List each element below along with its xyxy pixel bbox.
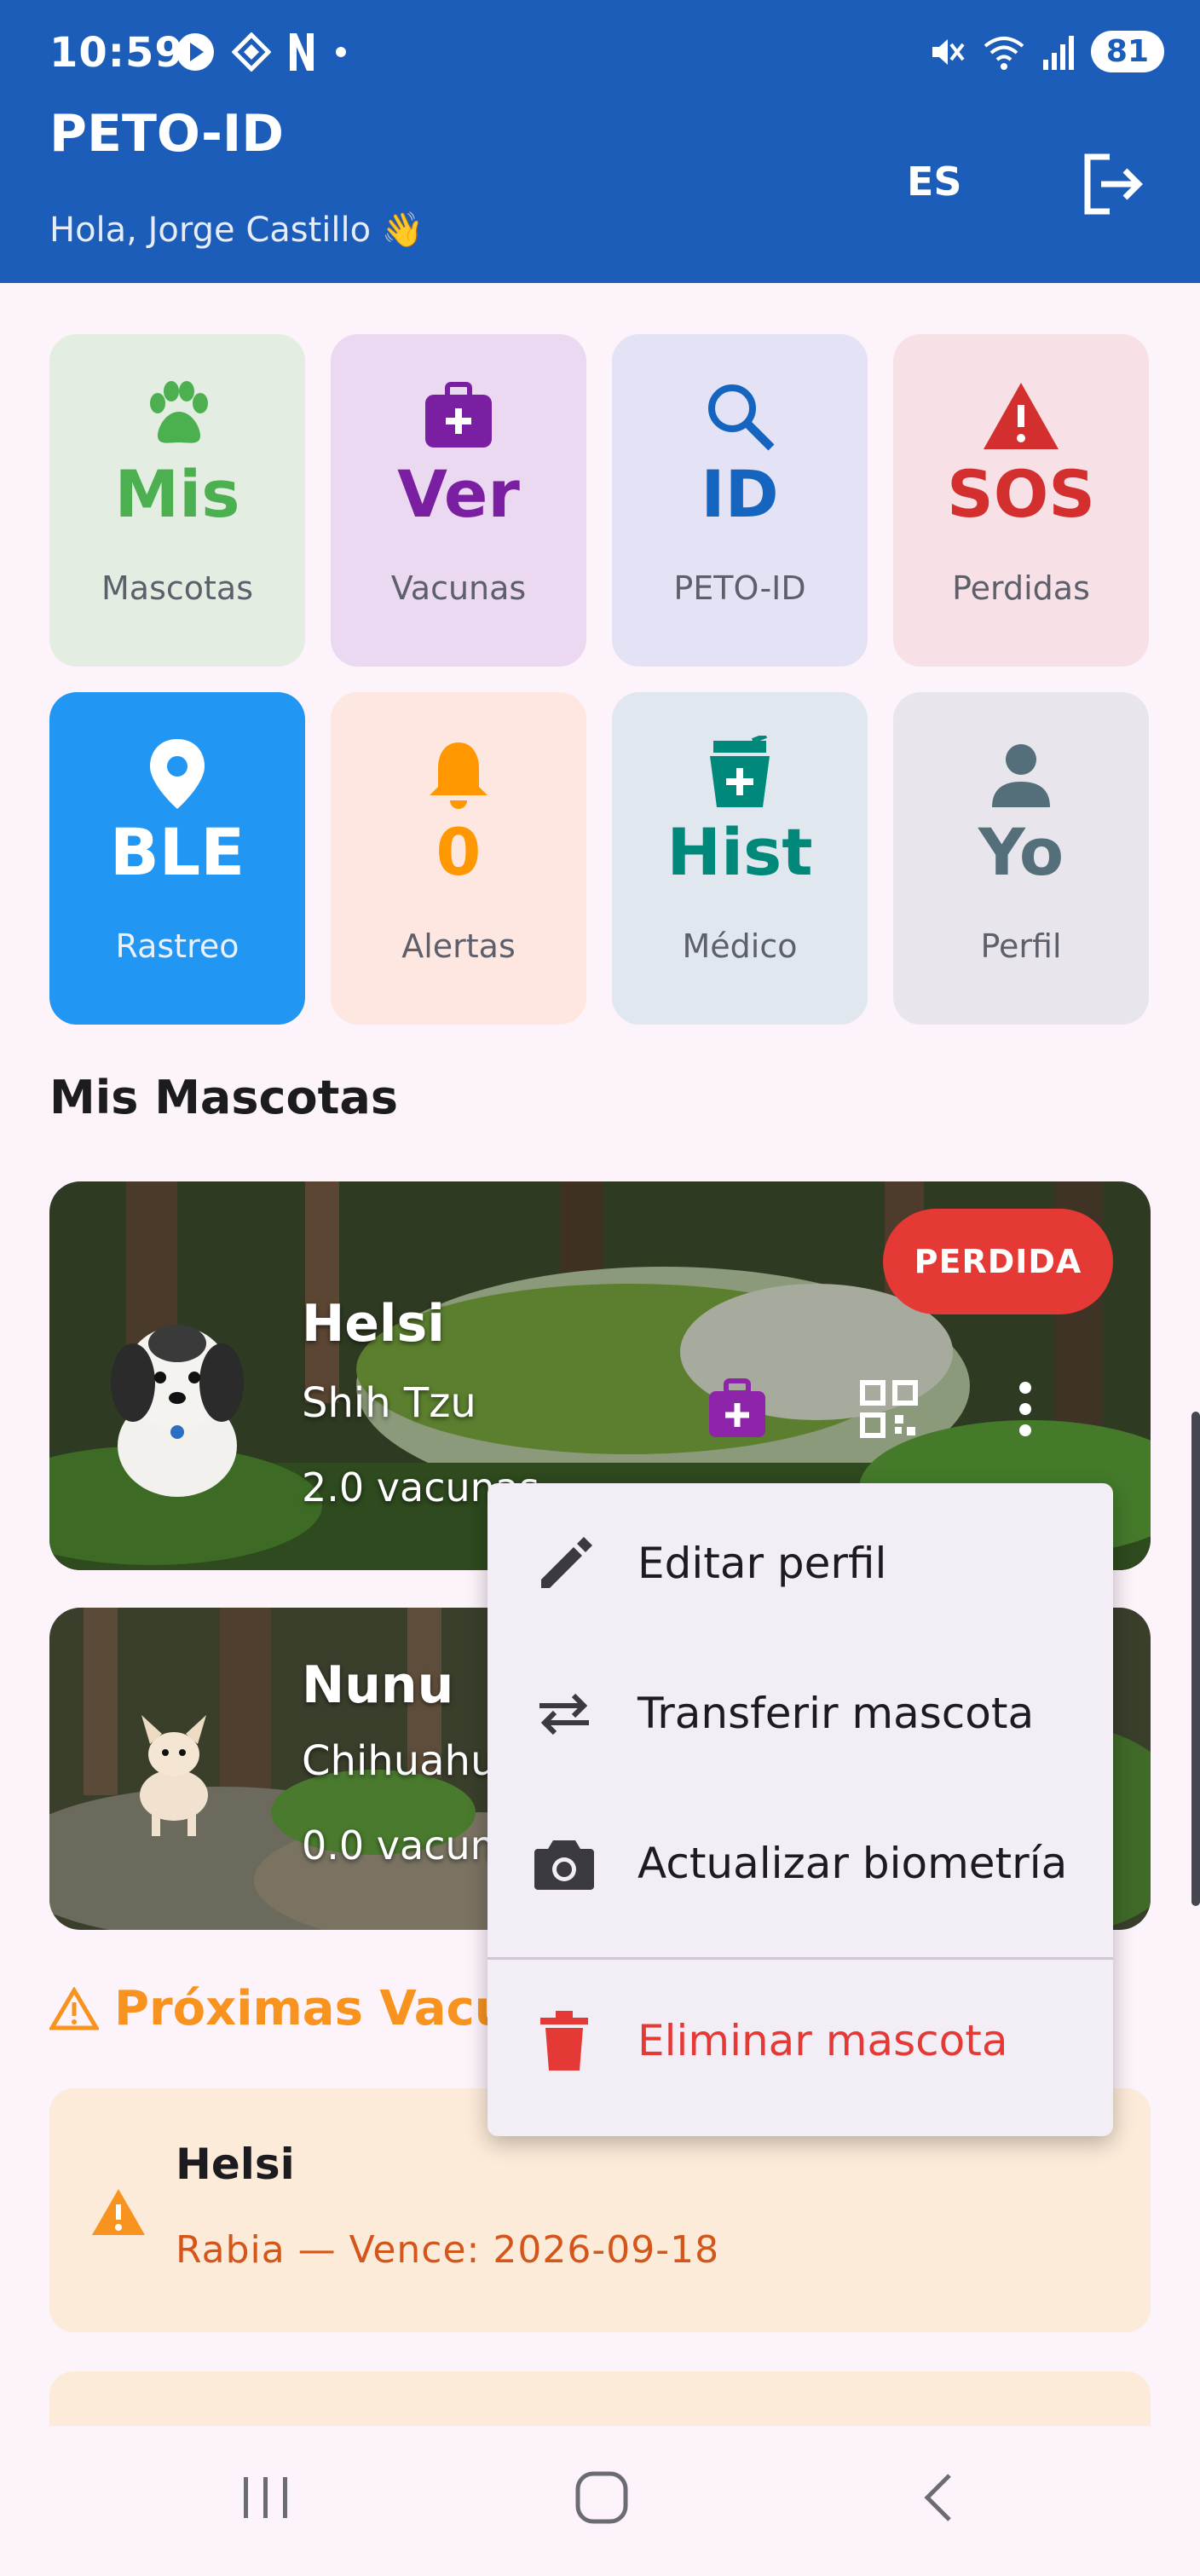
tile-my-pets[interactable]: Mis Mascotas xyxy=(49,334,305,667)
medical-kit-icon[interactable] xyxy=(706,1378,769,1441)
recent-apps-icon[interactable] xyxy=(239,2470,293,2525)
tile-peto-id[interactable]: ID PETO-ID xyxy=(612,334,868,667)
signal-icon xyxy=(1042,35,1074,70)
dot-icon xyxy=(336,47,346,57)
menu-item-label: Eliminar mascota xyxy=(638,2016,1008,2065)
dog-photo xyxy=(140,1715,208,1836)
menu-item-label: Actualizar biometría xyxy=(638,1839,1068,1888)
menu-item-label: Transferir mascota xyxy=(638,1689,1035,1738)
app-header: 10:59 81 PETO-ID Hola, Jorge Castillo 👋 … xyxy=(0,0,1200,283)
tile-subtitle: Vacunas xyxy=(390,569,527,607)
scrollbar[interactable] xyxy=(1191,1412,1200,1906)
menu-item-delete-pet[interactable]: Eliminar mascota xyxy=(488,1966,1113,2116)
tile-sos[interactable]: SOS Perdidas xyxy=(893,334,1149,667)
diamond-app-icon xyxy=(232,32,271,72)
menu-item-transfer-pet[interactable]: Transferir mascota xyxy=(488,1638,1113,1788)
tile-title: BLE xyxy=(109,814,245,890)
tile-subtitle: Médico xyxy=(682,927,798,965)
pet-name: Helsi xyxy=(302,1294,445,1354)
delete-icon xyxy=(540,2011,588,2071)
home-icon[interactable] xyxy=(573,2469,631,2527)
tile-title: Hist xyxy=(666,814,813,890)
netflix-icon xyxy=(290,33,314,71)
qr-code-icon[interactable] xyxy=(859,1379,919,1439)
paw-icon xyxy=(150,381,208,443)
play-icon xyxy=(176,33,214,71)
person-icon xyxy=(992,744,1050,807)
menu-divider xyxy=(488,1957,1113,1960)
app-title: PETO-ID xyxy=(49,104,285,164)
tile-subtitle: Alertas xyxy=(401,927,516,965)
tile-title: Ver xyxy=(397,456,520,532)
lost-badge: PERDIDA xyxy=(883,1209,1113,1314)
camera-icon xyxy=(534,1840,594,1890)
wifi-icon xyxy=(984,36,1024,70)
system-navigation-bar xyxy=(0,2426,1200,2576)
menu-item-label: Editar perfil xyxy=(638,1539,887,1588)
tile-title: ID xyxy=(701,456,779,532)
dog-photo xyxy=(111,1325,244,1497)
back-icon[interactable] xyxy=(915,2470,960,2525)
section-title: Mis Mascotas xyxy=(49,1071,399,1124)
tile-title: Mis xyxy=(114,456,240,532)
transfer-icon xyxy=(539,1693,589,1736)
tile-subtitle: Mascotas xyxy=(101,569,253,607)
greeting-text: Hola, Jorge Castillo 👋 xyxy=(49,211,424,250)
tile-subtitle: Rastreo xyxy=(115,927,239,965)
logout-icon[interactable] xyxy=(1076,148,1147,220)
tile-alerts[interactable]: 0 Alertas xyxy=(331,692,586,1025)
pet-name: Nunu xyxy=(302,1655,454,1715)
tile-profile[interactable]: Yo Perfil xyxy=(893,692,1149,1025)
menu-item-update-biometrics[interactable]: Actualizar biometría xyxy=(488,1788,1113,1938)
location-pin-icon xyxy=(150,739,205,809)
menu-item-edit-profile[interactable]: Editar perfil xyxy=(488,1488,1113,1638)
warning-icon xyxy=(984,383,1059,449)
more-options-icon[interactable] xyxy=(1012,1379,1038,1439)
medical-kit-icon xyxy=(425,382,492,448)
tile-subtitle: Perdidas xyxy=(952,569,1090,607)
tile-subtitle: PETO-ID xyxy=(673,569,806,607)
warning-outline-icon xyxy=(49,1986,99,2030)
medical-history-icon xyxy=(710,736,770,807)
tile-medical-history[interactable]: Hist Médico xyxy=(612,692,868,1025)
vaccine-due-info: Rabia — Vence: 2026-09-18 xyxy=(176,2228,720,2272)
bell-icon xyxy=(430,742,488,809)
mute-icon xyxy=(932,38,965,65)
battery-indicator: 81 xyxy=(1090,31,1164,72)
status-bar: 10:59 81 xyxy=(0,0,1200,102)
tile-vaccines[interactable]: Ver Vacunas xyxy=(331,334,586,667)
pet-options-menu: Editar perfil Transferir mascota Actuali… xyxy=(488,1483,1113,2136)
tile-ble[interactable]: BLE Rastreo xyxy=(49,692,305,1025)
language-button[interactable]: ES xyxy=(907,159,962,205)
status-time: 10:59 xyxy=(49,29,184,77)
search-icon xyxy=(708,384,775,451)
warning-icon xyxy=(92,2189,145,2235)
tile-title: 0 xyxy=(436,814,482,890)
tile-title: SOS xyxy=(946,456,1096,532)
tile-title: Yo xyxy=(978,814,1064,890)
vaccine-pet-name: Helsi xyxy=(176,2140,295,2189)
edit-icon xyxy=(541,1537,592,1588)
pet-breed: Shih Tzu xyxy=(302,1379,476,1427)
tile-subtitle: Perfil xyxy=(980,927,1062,965)
